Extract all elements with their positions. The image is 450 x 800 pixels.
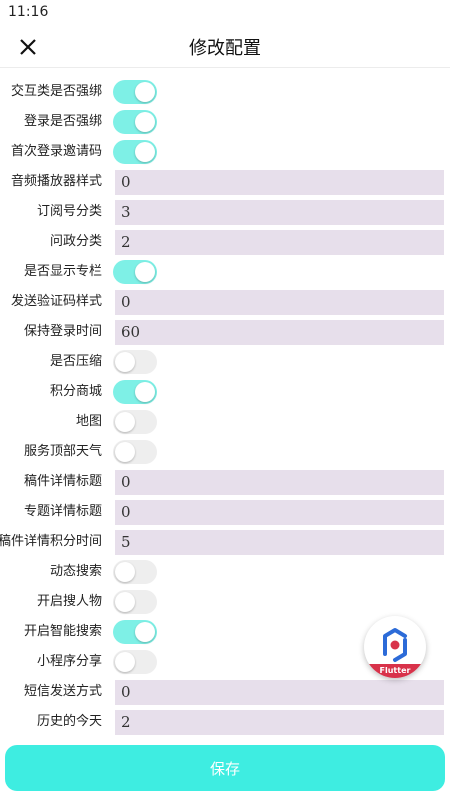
toggle-knob	[115, 352, 135, 372]
toggle-switch[interactable]	[113, 80, 157, 104]
toggle-switch[interactable]	[113, 350, 157, 374]
config-row: 是否显示专栏	[0, 257, 450, 287]
config-row: 发送验证码样式	[0, 287, 450, 317]
config-row-label: 积分商城	[49, 384, 102, 399]
status-time: 11:16	[8, 4, 49, 20]
config-row: 稿件详情积分时间	[0, 527, 450, 557]
flutter-badge-label: Flutter	[364, 664, 426, 678]
config-row-label: 历史的今天	[36, 714, 102, 729]
toggle-knob	[135, 382, 155, 402]
config-text-field[interactable]	[115, 680, 444, 705]
toggle-switch[interactable]	[113, 140, 157, 164]
config-row: 登录是否强绑	[0, 107, 450, 137]
config-text-field[interactable]	[115, 230, 444, 255]
config-row: 问政分类	[0, 227, 450, 257]
config-row: 地图	[0, 407, 450, 437]
toggle-knob	[115, 652, 135, 672]
config-row-label: 问政分类	[49, 234, 102, 249]
config-text-field[interactable]	[115, 200, 444, 225]
config-row: 积分商城	[0, 377, 450, 407]
config-row-label: 首次登录邀请码	[10, 144, 102, 159]
config-row: 动态搜索	[0, 557, 450, 587]
config-row-label: 开启智能搜索	[23, 624, 102, 639]
config-row-label: 动态搜索	[49, 564, 102, 579]
config-row-label: 是否显示专栏	[23, 264, 102, 279]
toggle-switch[interactable]	[113, 650, 157, 674]
toggle-knob	[115, 412, 135, 432]
config-row-label: 服务顶部天气	[23, 444, 102, 459]
config-row: 首次登录邀请码	[0, 137, 450, 167]
config-text-field[interactable]	[115, 290, 444, 315]
toggle-knob	[135, 112, 155, 132]
toggle-switch[interactable]	[113, 260, 157, 284]
config-row-label: 发送验证码样式	[10, 294, 102, 309]
config-row: 稿件详情标题	[0, 467, 450, 497]
config-text-field[interactable]	[115, 170, 444, 195]
toggle-switch[interactable]	[113, 440, 157, 464]
toggle-knob	[135, 142, 155, 162]
config-row-label: 短信发送方式	[23, 684, 102, 699]
config-row: 订阅号分类	[0, 197, 450, 227]
config-row: 服务顶部天气	[0, 437, 450, 467]
flutter-inspector-icon	[383, 628, 407, 662]
toggle-switch[interactable]	[113, 620, 157, 644]
config-text-field[interactable]	[115, 320, 444, 345]
toggle-knob	[115, 592, 135, 612]
toggle-switch[interactable]	[113, 110, 157, 134]
status-bar: 11:16	[0, 0, 450, 26]
config-row-label: 登录是否强绑	[23, 114, 102, 129]
config-row-label: 订阅号分类	[36, 204, 102, 219]
config-row-label: 专题详情标题	[23, 504, 102, 519]
config-text-field[interactable]	[115, 530, 444, 555]
toggle-knob	[135, 622, 155, 642]
toggle-knob	[115, 442, 135, 462]
config-text-field[interactable]	[115, 500, 444, 525]
toggle-switch[interactable]	[113, 380, 157, 404]
config-row: 历史的今天	[0, 707, 450, 737]
config-text-field[interactable]	[115, 470, 444, 495]
config-row-label: 保持登录时间	[23, 324, 102, 339]
toggle-switch[interactable]	[113, 560, 157, 584]
app-bar: 修改配置	[0, 26, 450, 68]
config-row-label: 小程序分享	[36, 654, 102, 669]
config-row-label: 开启搜人物	[36, 594, 102, 609]
config-row: 保持登录时间	[0, 317, 450, 347]
toggle-knob	[135, 262, 155, 282]
save-button[interactable]: 保存	[5, 745, 445, 791]
config-row-label: 稿件详情标题	[23, 474, 102, 489]
config-text-field[interactable]	[115, 710, 444, 735]
config-row: 开启搜人物	[0, 587, 450, 617]
config-row-label: 音频播放器样式	[10, 174, 102, 189]
config-row: 短信发送方式	[0, 677, 450, 707]
config-row-label: 地图	[75, 414, 102, 429]
toggle-switch[interactable]	[113, 410, 157, 434]
config-row: 是否压缩	[0, 347, 450, 377]
toggle-knob	[115, 562, 135, 582]
flutter-badge[interactable]: Flutter	[364, 616, 426, 678]
config-row-label: 稿件详情积分时间	[0, 534, 102, 549]
page-title: 修改配置	[189, 38, 261, 59]
config-row: 专题详情标题	[0, 497, 450, 527]
config-row-label: 交互类是否强绑	[10, 84, 102, 99]
toggle-switch[interactable]	[113, 590, 157, 614]
config-row-label: 是否压缩	[49, 354, 102, 369]
config-row: 音频播放器样式	[0, 167, 450, 197]
config-row: 交互类是否强绑	[0, 77, 450, 107]
toggle-knob	[135, 82, 155, 102]
